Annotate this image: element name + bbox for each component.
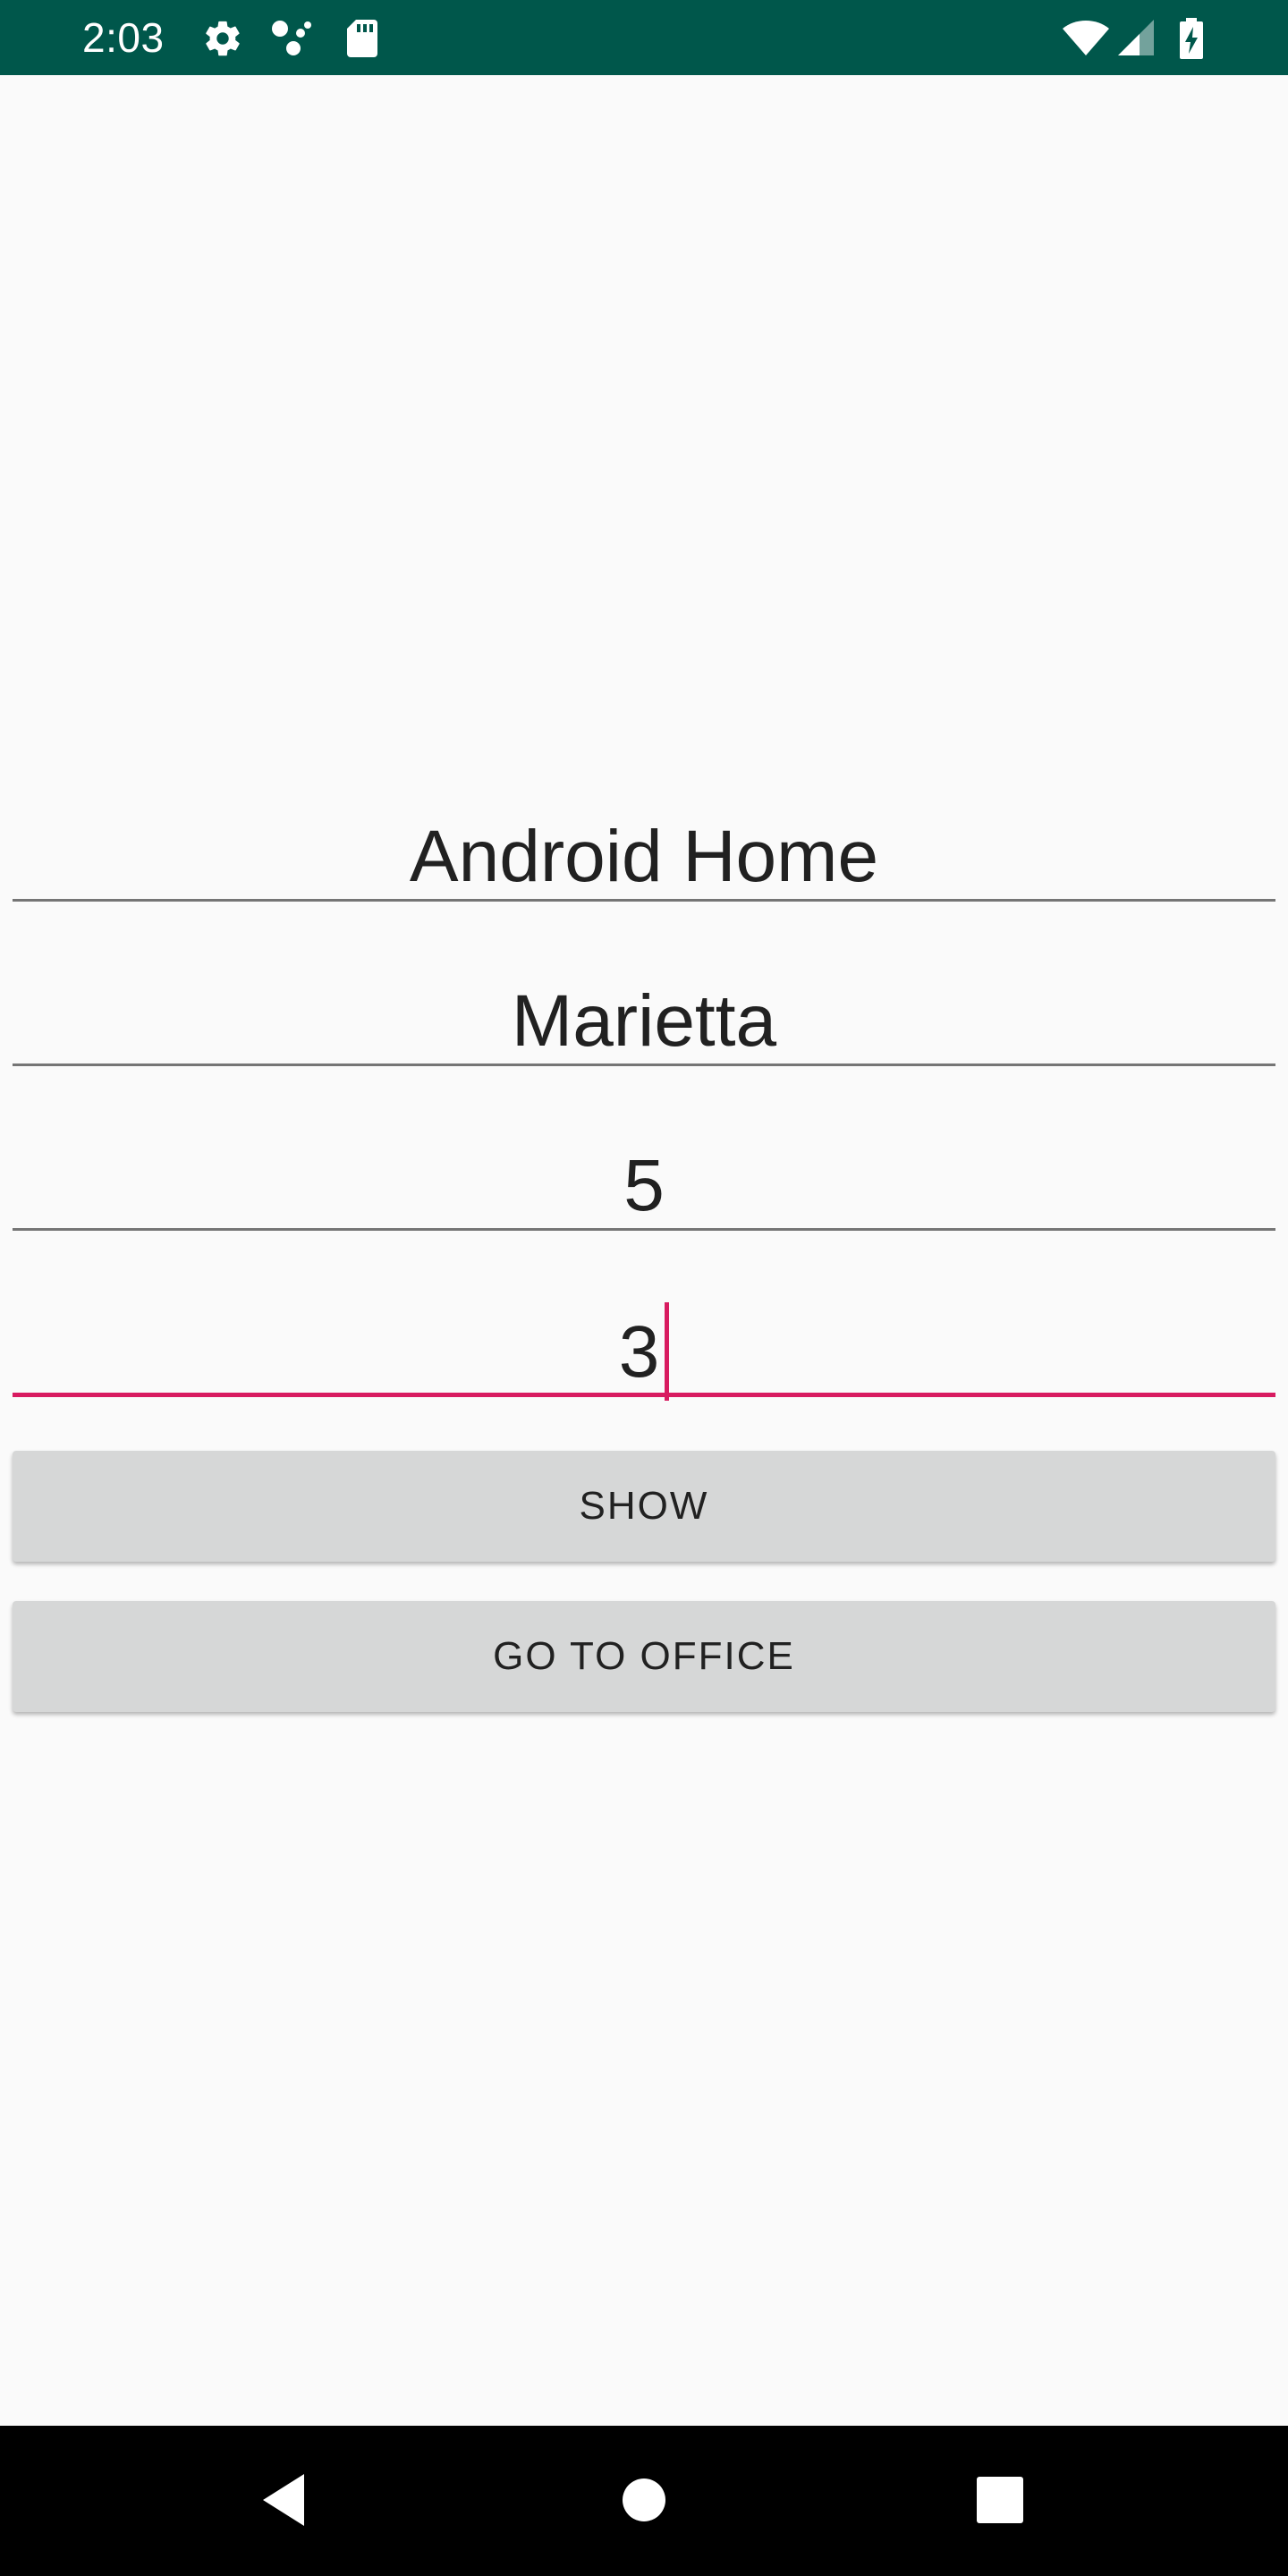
city-field[interactable]: Marietta xyxy=(13,977,1275,1066)
city-field-underline xyxy=(13,1063,1275,1066)
cell-signal-icon xyxy=(1118,18,1156,57)
navigation-bar xyxy=(0,2426,1288,2576)
number-field-2-value: 3 xyxy=(618,1311,660,1393)
text-cursor xyxy=(665,1302,670,1402)
city-field-value: Marietta xyxy=(511,980,777,1062)
battery-charging-icon xyxy=(1179,18,1204,59)
wifi-icon xyxy=(1061,18,1111,57)
name-field-underline xyxy=(13,899,1275,902)
show-button[interactable]: SHOW xyxy=(13,1451,1275,1562)
number-field-1-value: 5 xyxy=(623,1145,665,1226)
back-icon xyxy=(263,2474,304,2526)
status-time: 2:03 xyxy=(82,14,165,61)
number-field-1[interactable]: 5 xyxy=(13,1141,1275,1231)
status-bar: 2:03 xyxy=(0,0,1288,75)
settings-gear-icon xyxy=(202,18,243,57)
go-to-office-button[interactable]: GO TO OFFICE xyxy=(13,1601,1275,1712)
number-field-2-underline xyxy=(13,1393,1275,1397)
back-button[interactable] xyxy=(231,2426,338,2576)
number-field-2-value-row: 3 xyxy=(13,1302,1275,1406)
number-field-1-underline xyxy=(13,1228,1275,1231)
sd-card-icon xyxy=(345,18,379,57)
name-field[interactable]: Android Home xyxy=(13,812,1275,902)
number-field-2[interactable]: 3 xyxy=(13,1302,1275,1402)
assistant-dots-icon xyxy=(270,18,313,57)
home-button[interactable] xyxy=(590,2426,698,2576)
recents-icon xyxy=(977,2477,1023,2523)
home-icon xyxy=(623,2479,665,2521)
name-field-value: Android Home xyxy=(409,816,879,897)
recents-button[interactable] xyxy=(946,2426,1054,2576)
